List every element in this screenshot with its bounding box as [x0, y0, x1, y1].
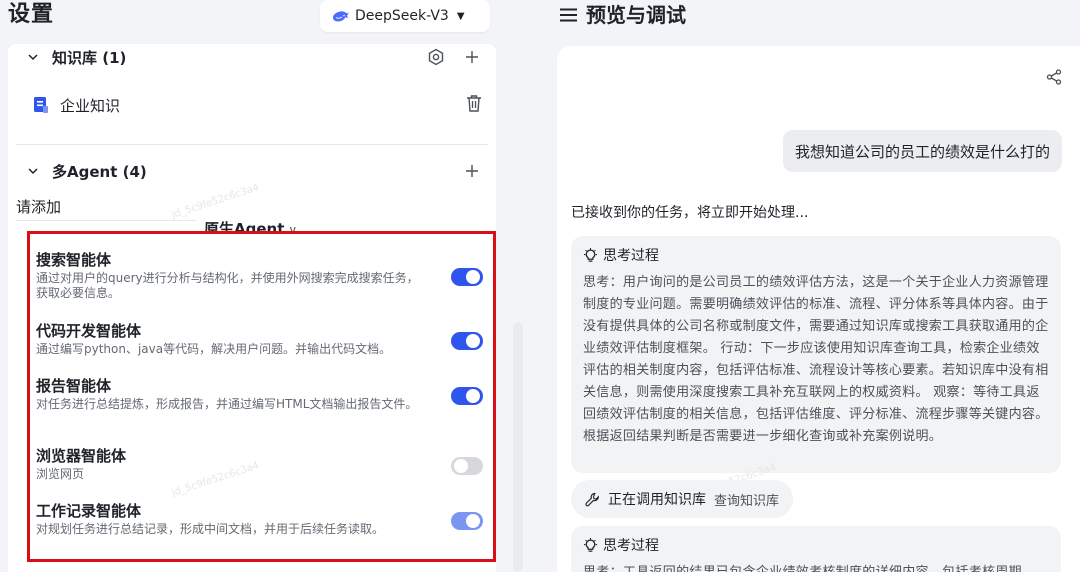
deepseek-whale-icon: [332, 10, 349, 21]
agent-toggle[interactable]: [451, 387, 483, 405]
lightbulb-icon: [583, 537, 598, 552]
user-message-bubble: 我想知道公司的员工的绩效是什么打的: [782, 130, 1062, 172]
agent-description: 通过编写python、java等代码，解决用户问题。并输出代码文档。: [36, 342, 392, 356]
preview-title-label: 预览与调试: [586, 3, 686, 27]
trash-icon[interactable]: [466, 94, 482, 116]
thinking-header[interactable]: 思考过程: [583, 246, 1049, 264]
knowledge-section-header[interactable]: 知识库 (1): [26, 44, 482, 70]
knowledge-item-label: 企业知识: [60, 96, 121, 115]
agent-description: 对规划任务进行总结记录，形成中间文档，并用于后续任务读取。: [36, 522, 385, 536]
scrollbar[interactable]: [513, 322, 523, 572]
agent-item-worklog[interactable]: 工作记录智能体 对规划任务进行总结记录，形成中间文档，并用于后续任务读取。: [36, 501, 483, 537]
add-knowledge-icon[interactable]: [462, 47, 482, 67]
agent-item-search[interactable]: 搜索智能体 通过对用户的query进行分析与结构化，并使用外网搜索完成搜索任务，…: [36, 250, 483, 301]
thinking-text: 思考：工具返回的结果已包含企业绩效考核制度的详细内容，包括考核周期: [583, 562, 1049, 572]
document-icon: [34, 97, 48, 113]
agent-name: 浏览器智能体: [36, 447, 127, 465]
agent-item-code[interactable]: 代码开发智能体 通过编写python、java等代码，解决用户问题。并输出代码文…: [36, 321, 483, 357]
agent-description: 对任务进行总结提炼，形成报告，并通过编写HTML文档输出报告文件。: [36, 397, 418, 411]
tool-call-detail: 查询知识库: [714, 493, 780, 509]
thinking-block: 思考过程 思考：用户询问的是公司员工的绩效评估方法，这是一个关于企业人力资源管理…: [571, 236, 1061, 473]
agent-item-browser[interactable]: 浏览器智能体 浏览网页: [36, 446, 483, 482]
agent-toggle[interactable]: [451, 512, 483, 530]
multi-agent-section-header[interactable]: 多Agent (4): [26, 158, 482, 184]
agent-toggle[interactable]: [451, 332, 483, 350]
wrench-icon: [585, 492, 599, 506]
agent-name: 代码开发智能体: [36, 322, 142, 340]
chevron-down-icon[interactable]: [26, 50, 40, 64]
menu-icon: [560, 8, 577, 22]
multi-agent-section-label: 多Agent (4): [52, 162, 147, 181]
ack-message: 已接收到你的任务，将立即开始处理...: [571, 205, 809, 221]
tool-call-chip[interactable]: 正在调用知识库 查询知识库: [571, 480, 794, 518]
agent-toggle[interactable]: [451, 268, 483, 286]
model-label: DeepSeek-V3: [355, 8, 449, 24]
thinking-label: 思考过程: [603, 248, 659, 264]
chevron-down-icon[interactable]: [26, 164, 40, 178]
tool-call-label: 正在调用知识库: [608, 492, 706, 508]
lightbulb-icon: [583, 247, 598, 262]
preview-title: 预览与调试: [560, 0, 686, 30]
thinking-block: 思考过程 思考：工具返回的结果已包含企业绩效考核制度的详细内容，包括考核周期: [571, 526, 1061, 572]
knowledge-item[interactable]: 企业知识: [34, 93, 482, 117]
add-agent-hint: 请添加: [16, 198, 62, 216]
thinking-text: 思考：用户询问的是公司员工的绩效评估方法，这是一个关于企业人力资源管理制度的专业…: [583, 275, 1049, 444]
share-icon[interactable]: [1046, 69, 1062, 85]
agent-list-highlight: 搜索智能体 通过对用户的query进行分析与结构化，并使用外网搜索完成搜索任务，…: [27, 231, 496, 562]
agent-name: 工作记录智能体: [36, 502, 142, 520]
add-agent-icon[interactable]: [462, 161, 482, 181]
thinking-label: 思考过程: [603, 538, 659, 554]
model-selector[interactable]: DeepSeek-V3 ▼: [320, 0, 490, 32]
agent-name: 报告智能体: [36, 377, 112, 395]
section-divider: [16, 144, 488, 145]
caret-down-icon: ▼: [456, 10, 465, 22]
hint-divider: [16, 220, 196, 221]
settings-title: 设置: [8, 2, 55, 27]
user-message-text: 我想知道公司的员工的绩效是什么打的: [794, 142, 1050, 161]
settings-gear-icon[interactable]: [426, 47, 446, 67]
agent-description: 通过对用户的query进行分析与结构化，并使用外网搜索完成搜索任务，获取必要信息…: [36, 271, 419, 300]
knowledge-section-label: 知识库 (1): [52, 48, 127, 67]
agent-toggle[interactable]: [451, 457, 483, 475]
preview-panel: 我想知道公司的员工的绩效是什么打的 已接收到你的任务，将立即开始处理... 思考…: [557, 46, 1080, 572]
thinking-header[interactable]: 思考过程: [583, 536, 1049, 554]
agent-item-report[interactable]: 报告智能体 对任务进行总结提炼，形成报告，并通过编写HTML文档输出报告文件。: [36, 376, 483, 412]
agent-name: 搜索智能体: [36, 251, 112, 269]
